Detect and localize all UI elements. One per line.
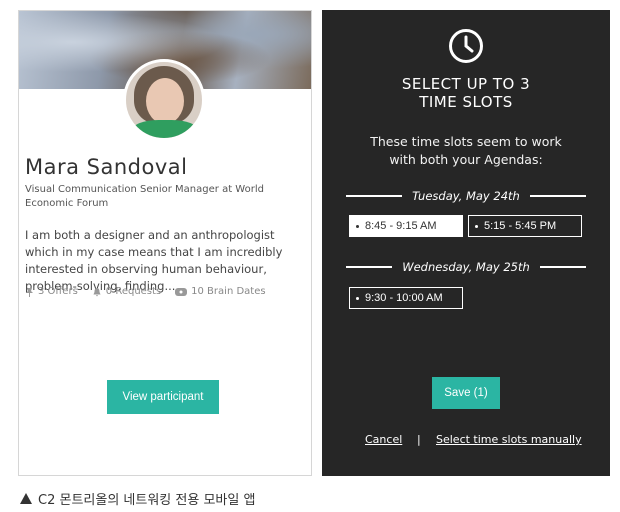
time-slot-option[interactable]: 5:15 - 5:45 PM — [468, 215, 582, 237]
offers-stat: 3 Offers — [25, 286, 78, 297]
avatar — [123, 59, 205, 141]
subtext-line-1: These time slots seem to work — [370, 134, 562, 149]
caption-text: C2 몬트리올의 네트워킹 전용 모바일 앱 — [38, 493, 256, 508]
day-divider-wednesday: Wednesday, May 25th — [322, 260, 610, 274]
brain-dates-count: 10 Brain Dates — [191, 286, 266, 297]
participant-bio: I am both a designer and an anthropologi… — [25, 228, 283, 293]
participant-title: Visual Communication Senior Manager at W… — [25, 184, 264, 209]
panel-heading: SELECT UP TO 3 TIME SLOTS — [322, 75, 610, 111]
offers-count: 3 Offers — [38, 286, 78, 297]
save-button[interactable]: Save (1) — [432, 377, 500, 409]
clock-icon — [449, 29, 483, 63]
slot-label: 5:15 - 5:45 PM — [484, 220, 557, 232]
day-label: Tuesday, May 24th — [412, 189, 520, 203]
triangle-icon — [20, 493, 32, 504]
select-manually-link[interactable]: Select time slots manually — [436, 433, 582, 446]
participant-card: Mara Sandoval Visual Communication Senio… — [18, 10, 312, 476]
subtext-line-2: with both your Agendas: — [389, 152, 543, 167]
view-participant-button[interactable]: View participant — [107, 380, 219, 414]
participant-name: Mara Sandoval — [25, 155, 188, 179]
link-separator: | — [417, 433, 421, 446]
time-slot-panel: SELECT UP TO 3 TIME SLOTS These time slo… — [322, 10, 610, 476]
slot-label: 9:30 - 10:00 AM — [365, 292, 443, 304]
time-slot-option[interactable]: 9:30 - 10:00 AM — [349, 287, 463, 309]
participant-stats: 3 Offers 0 Requests 10 Brain Dates — [25, 286, 266, 297]
figure-caption: C2 몬트리올의 네트워킹 전용 모바일 앱 — [20, 489, 255, 508]
bell-icon — [93, 287, 101, 296]
time-slot-option[interactable]: 8:45 - 9:15 AM — [349, 215, 463, 237]
day-label: Wednesday, May 25th — [402, 260, 530, 274]
panel-subtext: These time slots seem to work with both … — [322, 133, 610, 169]
requests-stat: 0 Requests — [92, 286, 161, 297]
requests-count: 0 Requests — [105, 286, 162, 297]
cancel-link[interactable]: Cancel — [365, 433, 402, 446]
brain-dates-stat: 10 Brain Dates — [175, 286, 266, 297]
heading-line-2: TIME SLOTS — [419, 93, 513, 111]
ticket-icon — [175, 287, 188, 296]
heading-line-1: SELECT UP TO 3 — [401, 75, 531, 93]
day-divider-tuesday: Tuesday, May 24th — [322, 189, 610, 203]
slot-label: 8:45 - 9:15 AM — [365, 220, 437, 232]
pin-icon — [26, 287, 33, 297]
